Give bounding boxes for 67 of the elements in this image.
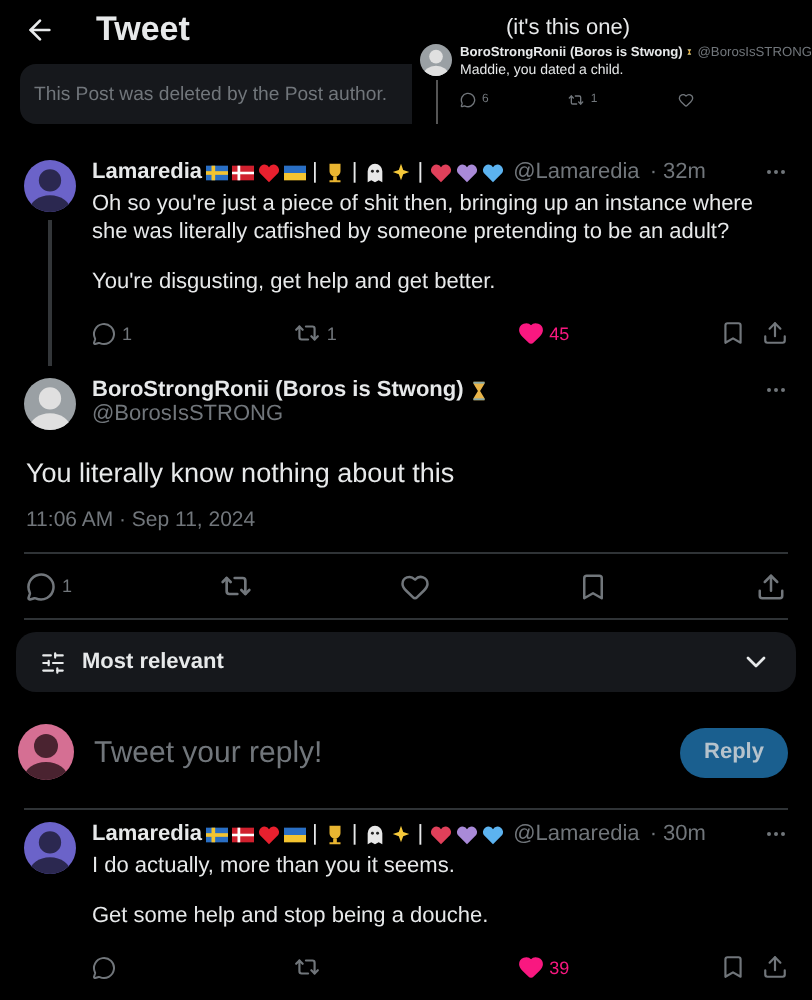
separator-text: | bbox=[351, 822, 358, 846]
page-title: Tweet bbox=[96, 10, 190, 50]
like-action[interactable] bbox=[399, 571, 430, 601]
ghost-icon bbox=[363, 161, 386, 183]
repost-icon bbox=[568, 92, 585, 108]
sparkles-icon bbox=[389, 161, 412, 183]
repost-icon bbox=[294, 954, 321, 980]
avatar[interactable] bbox=[18, 724, 74, 780]
share-action[interactable] bbox=[761, 954, 788, 980]
reply-action[interactable]: 1 bbox=[92, 321, 272, 345]
caption-text: (it's this one) bbox=[506, 16, 633, 40]
bookmark-icon bbox=[719, 954, 746, 980]
separator-text: | bbox=[312, 160, 318, 184]
flag-icon bbox=[206, 823, 229, 845]
time-text: · 32m bbox=[647, 160, 706, 184]
heart-icon bbox=[677, 92, 694, 108]
flag-icon bbox=[284, 823, 307, 845]
ghost-icon bbox=[363, 823, 386, 845]
reply-field[interactable]: Tweet your reply! bbox=[90, 733, 665, 771]
reply-text: I do actually, more than you it seems. bbox=[92, 852, 457, 880]
separator-text: | bbox=[312, 822, 318, 846]
comment-icon bbox=[92, 955, 116, 979]
like-action[interactable] bbox=[677, 92, 694, 108]
bookmark-action[interactable] bbox=[719, 954, 746, 980]
flag-icon bbox=[284, 161, 307, 183]
share-action[interactable] bbox=[761, 320, 788, 346]
share-action[interactable] bbox=[755, 571, 786, 601]
sparkles-icon bbox=[389, 823, 412, 845]
tweet-text: You literally know nothing about this bbox=[26, 458, 457, 488]
separator-text: | bbox=[351, 160, 358, 184]
filter-icon bbox=[40, 649, 66, 675]
repost-action[interactable]: 1 bbox=[294, 320, 495, 346]
back-button[interactable] bbox=[24, 14, 56, 46]
timestamp: 11:06 AM · Sep 11, 2024 bbox=[26, 508, 258, 532]
like-action[interactable]: 39 bbox=[517, 954, 698, 980]
reply-text: Get some help and stop being a douche. bbox=[92, 902, 491, 930]
handle-text[interactable]: @Lamaredia bbox=[513, 160, 640, 184]
heart-icon bbox=[517, 954, 544, 980]
reply-button[interactable]: Reply bbox=[680, 727, 788, 777]
display-name[interactable]: Lamaredia bbox=[92, 822, 203, 846]
share-icon bbox=[761, 320, 788, 346]
handle-text[interactable]: @BorosIsSTRONG bbox=[92, 402, 788, 426]
like-action[interactable]: 45 bbox=[517, 320, 698, 346]
repost-icon bbox=[294, 320, 321, 346]
bookmark-action[interactable] bbox=[577, 571, 608, 601]
avatar[interactable] bbox=[24, 378, 76, 430]
bookmark-action[interactable] bbox=[719, 320, 746, 346]
flag-icon bbox=[232, 823, 255, 845]
display-name[interactable]: Lamaredia bbox=[92, 160, 203, 184]
flag-icon bbox=[206, 161, 229, 183]
heart-icon bbox=[517, 320, 544, 346]
separator-text: | bbox=[417, 822, 424, 846]
share-icon bbox=[761, 954, 788, 980]
sort-dropdown[interactable]: Most relevant bbox=[16, 632, 796, 692]
time-text: · 30m bbox=[647, 822, 706, 846]
handle-text[interactable]: @Lamaredia bbox=[513, 822, 640, 846]
flag-icon bbox=[232, 161, 255, 183]
comment-icon bbox=[92, 321, 116, 345]
separator-text: | bbox=[417, 160, 424, 184]
avatar[interactable] bbox=[420, 44, 452, 76]
bookmark-icon bbox=[719, 320, 746, 346]
comment-icon bbox=[460, 92, 476, 108]
display-name[interactable]: BoroStrongRonii (Boros is Stwong) bbox=[92, 378, 464, 402]
deleted-notice: This Post was deleted by the Post author. bbox=[20, 64, 412, 124]
reply-text: Oh so you're just a piece of shit then, bringing up an instance where she was literally catfished by someone pretending to be an adult? bbox=[92, 190, 755, 246]
hourglass-icon bbox=[686, 44, 694, 60]
reply-text: You're disgusting, get help and get better. bbox=[92, 268, 498, 296]
